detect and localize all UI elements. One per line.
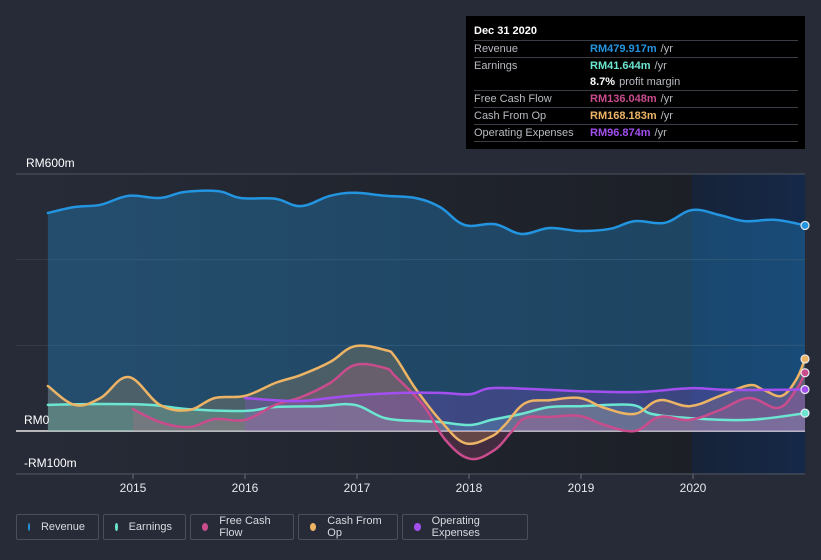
tooltip-label: Operating Expenses — [474, 127, 574, 139]
x-axis: 2015 2016 2017 2018 2019 2020 — [16, 473, 805, 495]
x-tick-label-2017: 2017 — [344, 481, 371, 495]
tooltip-label — [474, 74, 590, 90]
legend-item-cash-from-op[interactable]: Cash From Op — [298, 514, 398, 540]
end-marker-cash-from-op — [800, 354, 810, 364]
tooltip-unit: /yr — [654, 127, 667, 139]
tooltip-row-revenue: Revenue RM479.917m /yr — [474, 41, 798, 58]
tooltip-label: Revenue — [474, 43, 519, 55]
tooltip-label: Cash From Op — [474, 110, 547, 122]
end-marker-earnings — [800, 408, 810, 418]
tooltip-date: Dec 31 2020 — [474, 24, 798, 41]
legend-label: Cash From Op — [327, 515, 382, 539]
legend-dot-icon — [414, 523, 421, 531]
legend-label: Revenue — [40, 521, 85, 533]
legend-dot-icon — [28, 523, 30, 531]
legend-label: Earnings — [128, 521, 172, 533]
tooltip-label: Free Cash Flow — [474, 93, 552, 105]
y-tick-label-0: RM0 — [24, 413, 50, 427]
tooltip-value: 8.7% — [590, 76, 616, 88]
tooltip-value: RM136.048m — [590, 93, 657, 105]
end-marker-operating-expenses — [800, 384, 810, 395]
legend-dot-icon — [310, 523, 317, 531]
x-tick-label-2019: 2019 — [568, 481, 595, 495]
tooltip-unit: /yr — [660, 93, 673, 105]
tooltip-unit: /yr — [654, 60, 667, 72]
legend-dot-icon — [115, 523, 118, 531]
x-tick-label-2016: 2016 — [232, 481, 259, 495]
tooltip-value: RM96.874m — [590, 127, 651, 139]
tooltip-unit: /yr — [660, 110, 673, 122]
legend-item-revenue[interactable]: Revenue — [16, 514, 99, 540]
legend: Revenue Earnings Free Cash Flow Cash Fro… — [16, 514, 528, 540]
legend-item-earnings[interactable]: Earnings — [103, 514, 186, 540]
x-tick-label-2015: 2015 — [120, 481, 147, 495]
end-marker-revenue — [800, 220, 810, 231]
legend-dot-icon — [202, 523, 209, 531]
tooltip-unit: profit margin — [619, 76, 681, 88]
tooltip-row-free-cash-flow: Free Cash Flow RM136.048m /yr — [474, 91, 798, 108]
tooltip-value: RM41.644m — [590, 60, 651, 72]
tooltip-row-profit-margin: 8.7% profit margin — [474, 74, 798, 91]
legend-item-operating-expenses[interactable]: Operating Expenses — [402, 514, 528, 540]
end-marker-free-cash-flow — [800, 368, 810, 378]
tooltip-row-cash-from-op: Cash From Op RM168.183m /yr — [474, 108, 798, 125]
tooltip-value: RM168.183m — [590, 110, 657, 122]
legend-label: Operating Expenses — [431, 515, 480, 539]
tooltip-row-operating-expenses: Operating Expenses RM96.874m /yr — [474, 125, 798, 142]
tooltip-row-earnings: Earnings RM41.644m /yr — [474, 58, 798, 74]
tooltip-label: Earnings — [474, 60, 518, 72]
legend-item-free-cash-flow[interactable]: Free Cash Flow — [190, 514, 294, 540]
tooltip-unit: /yr — [660, 43, 673, 55]
x-tick-label-2018: 2018 — [456, 481, 483, 495]
x-tick-label-2020: 2020 — [680, 481, 707, 495]
tooltip: Dec 31 2020 Revenue RM479.917m /yr Earni… — [466, 16, 805, 149]
tooltip-value: RM479.917m — [590, 43, 657, 55]
y-tick-label-600: RM600m — [26, 156, 75, 170]
y-tick-label-minus-100: -RM100m — [24, 456, 77, 470]
legend-label: Free Cash Flow — [219, 515, 271, 539]
